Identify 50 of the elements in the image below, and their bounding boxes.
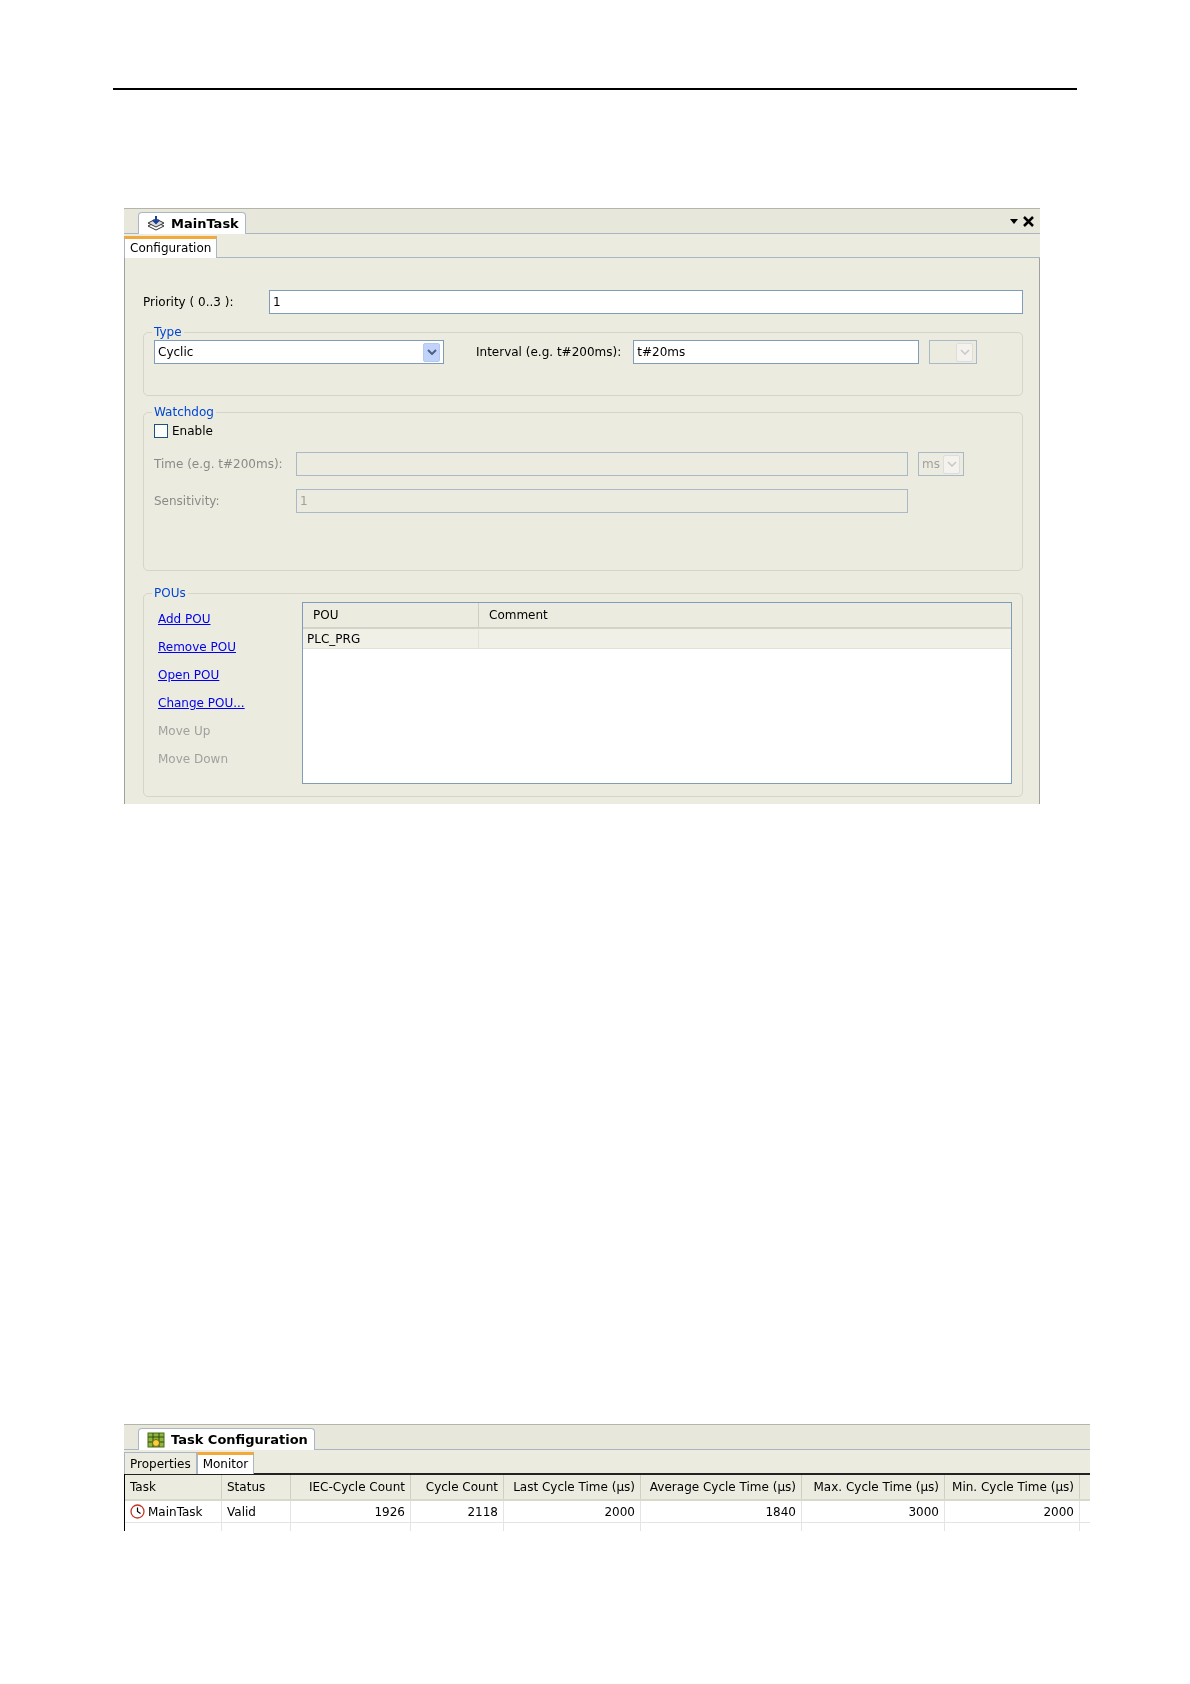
column-header[interactable]: Last Cycle Time (µs) <box>504 1475 641 1499</box>
column-header[interactable]: Cycle Count <box>411 1475 504 1499</box>
action-link: Move Up <box>158 723 211 740</box>
type-dropdown[interactable]: Cyclic <box>154 340 444 364</box>
field-label: Time (e.g. t#200ms): <box>154 456 284 473</box>
action-link[interactable]: Change POU... <box>158 694 245 712</box>
table-cell: 1926 <box>291 1501 411 1522</box>
column-header[interactable]: Status <box>222 1475 291 1499</box>
action-link: Move Down <box>158 751 228 768</box>
table-cell: 2000 <box>945 1501 1080 1522</box>
column-header[interactable]: Comment <box>479 603 1011 627</box>
document-tab[interactable]: MainTask <box>138 212 246 234</box>
field-label: Priority ( 0..3 ): <box>143 294 235 311</box>
priority-field[interactable]: 1 <box>269 290 1023 314</box>
stacked-layers-icon <box>147 215 165 232</box>
action-link[interactable]: Open POU <box>158 666 220 684</box>
dropdown-icon[interactable] <box>1009 217 1019 225</box>
column-header[interactable]: POU <box>303 603 479 627</box>
chevron-down-icon <box>959 349 970 355</box>
editor-tab[interactable]: Configuration <box>124 236 218 258</box>
group-title: Type <box>153 326 183 338</box>
editor-tab[interactable]: Properties <box>124 1452 197 1474</box>
chevron-down-icon <box>946 461 957 467</box>
column-header[interactable]: Average Cycle Time (µs) <box>641 1475 802 1499</box>
chevron-down-icon <box>426 349 437 355</box>
clock-icon <box>130 1504 145 1519</box>
field-label: Sensitivity: <box>154 493 221 510</box>
table-cell: 2118 <box>411 1501 504 1522</box>
table-cell: PLC_PRG <box>303 629 479 648</box>
action-link[interactable]: Remove POU <box>158 638 236 656</box>
editor-tab[interactable]: Monitor <box>196 1452 255 1474</box>
column-header[interactable]: Task <box>125 1475 222 1499</box>
table-cell: 2000 <box>504 1501 641 1522</box>
column-header[interactable]: IEC-Cycle Count <box>291 1475 411 1499</box>
column-header[interactable]: Min. Cycle Time (µs) <box>945 1475 1080 1499</box>
action-link[interactable]: Add POU <box>158 610 211 628</box>
tab-title: Task Configuration <box>171 1430 308 1449</box>
table-cell-text: MainTask <box>148 1503 203 1521</box>
close-icon[interactable] <box>1023 215 1034 227</box>
table-cell: Valid <box>222 1501 291 1522</box>
interval-field[interactable]: t#20ms <box>633 340 920 364</box>
group-title: POUs <box>153 587 187 599</box>
tab-title: MainTask <box>171 214 239 233</box>
column-header[interactable]: Max. Cycle Time (µs) <box>802 1475 945 1499</box>
table-cell: 3000 <box>802 1501 945 1522</box>
field-label: Interval (e.g. t#200ms): <box>476 344 622 361</box>
document-tab[interactable]: Task Configuration <box>138 1428 315 1450</box>
group-title: Watchdog <box>153 406 215 418</box>
table-cell: 1840 <box>641 1501 802 1522</box>
checkbox-label: Enable <box>172 423 213 440</box>
